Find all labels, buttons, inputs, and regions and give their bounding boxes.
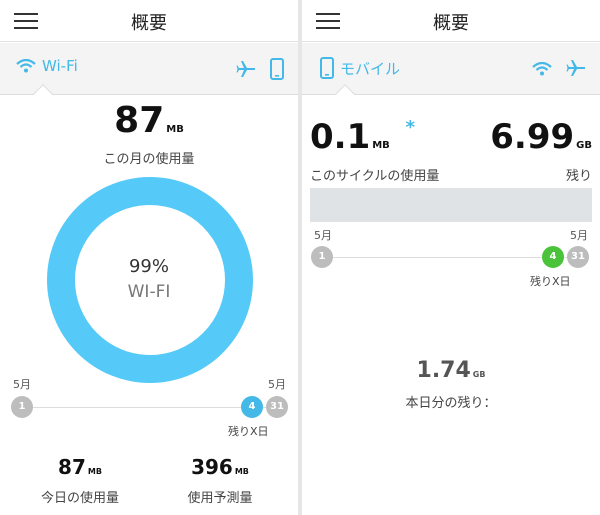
today-usage-label: 今日の使用量 [40, 491, 119, 506]
cycle-end-day: 31 [567, 246, 589, 268]
airplane-icon[interactable] [566, 58, 586, 82]
usage-unit: MB [166, 124, 184, 135]
used-note-mark: * [405, 117, 416, 138]
cycle-start-day: 1 [11, 396, 33, 418]
cycle-timeline-track [22, 407, 272, 408]
cycle-timeline-track [322, 257, 572, 258]
airplane-icon[interactable] [236, 59, 256, 83]
cycle-end-month: 5月 [570, 229, 588, 242]
network-tab-label: モバイル [340, 59, 401, 78]
header: 概要 [0, 0, 298, 42]
used-number: 0.1 [310, 117, 371, 157]
network-tab-wifi[interactable]: Wi-Fi [16, 57, 78, 75]
monthly-usage-value: 87 MB [0, 100, 298, 141]
wifi-icon[interactable] [532, 61, 552, 80]
daily-number: 1.74 [416, 358, 471, 383]
cycle-start-month: 5月 [13, 378, 31, 391]
projected-usage-unit: MB [234, 467, 249, 476]
remaining-unit: GB [576, 140, 592, 151]
cycle-used-value: 0.1 MB * [310, 117, 415, 157]
today-marker: 4 [542, 246, 564, 268]
today-usage-number: 87 [58, 455, 86, 479]
today-usage-value: 87 MB [30, 455, 130, 479]
today-usage-unit: MB [87, 467, 102, 476]
projected-usage-label: 使用予測量 [187, 491, 253, 506]
cycle-end-day: 31 [266, 396, 288, 418]
usage-progress-bar [310, 188, 592, 222]
mobile-overview-panel: 概要 モバイル 0.1 MB * このサイクルの使用量 6.99 GB 残り 5月 … [302, 0, 600, 515]
used-unit: MB [372, 140, 390, 151]
cycle-used-label: このサイクルの使用量 [310, 169, 440, 184]
today-marker: 4 [241, 396, 263, 418]
donut-label: WI-FI [127, 282, 171, 302]
remaining-number: 6.99 [490, 117, 575, 157]
cycle-start-day: 1 [311, 246, 333, 268]
network-tab-mobile[interactable]: モバイル [320, 57, 400, 79]
projected-usage-number: 396 [191, 455, 233, 479]
donut-percent: 99% [128, 256, 169, 277]
daily-unit: GB [472, 370, 486, 379]
phone-icon [320, 57, 334, 79]
page-title: 概要 [131, 13, 167, 34]
days-remaining-label: 残りX日 [228, 425, 269, 438]
usage-donut-ring [47, 177, 253, 383]
network-tab-icons [236, 58, 284, 84]
monthly-usage-label: この月の使用量 [103, 152, 195, 167]
cycle-start-month: 5月 [314, 229, 332, 242]
remaining-label: 残り [565, 169, 592, 184]
daily-remaining-value: 1.74 GB [302, 358, 600, 383]
usage-number: 87 [114, 100, 165, 141]
header: 概要 [302, 0, 600, 42]
daily-remaining-label: 本日分の残り： [405, 396, 497, 411]
phone-icon[interactable] [270, 58, 284, 84]
wifi-icon [16, 59, 36, 73]
remaining-value: 6.99 GB [490, 117, 592, 157]
days-remaining-label: 残りX日 [530, 275, 571, 288]
page-title: 概要 [433, 13, 469, 34]
projected-usage-value: 396 MB [170, 455, 270, 479]
network-tab-label: Wi-Fi [42, 57, 78, 75]
network-tab-icons [532, 58, 586, 82]
cycle-end-month: 5月 [268, 378, 286, 391]
wifi-overview-panel: 概要 Wi-Fi 87 MB この月の使用量 99% WI-FI 5月 5月 1 … [0, 0, 298, 515]
